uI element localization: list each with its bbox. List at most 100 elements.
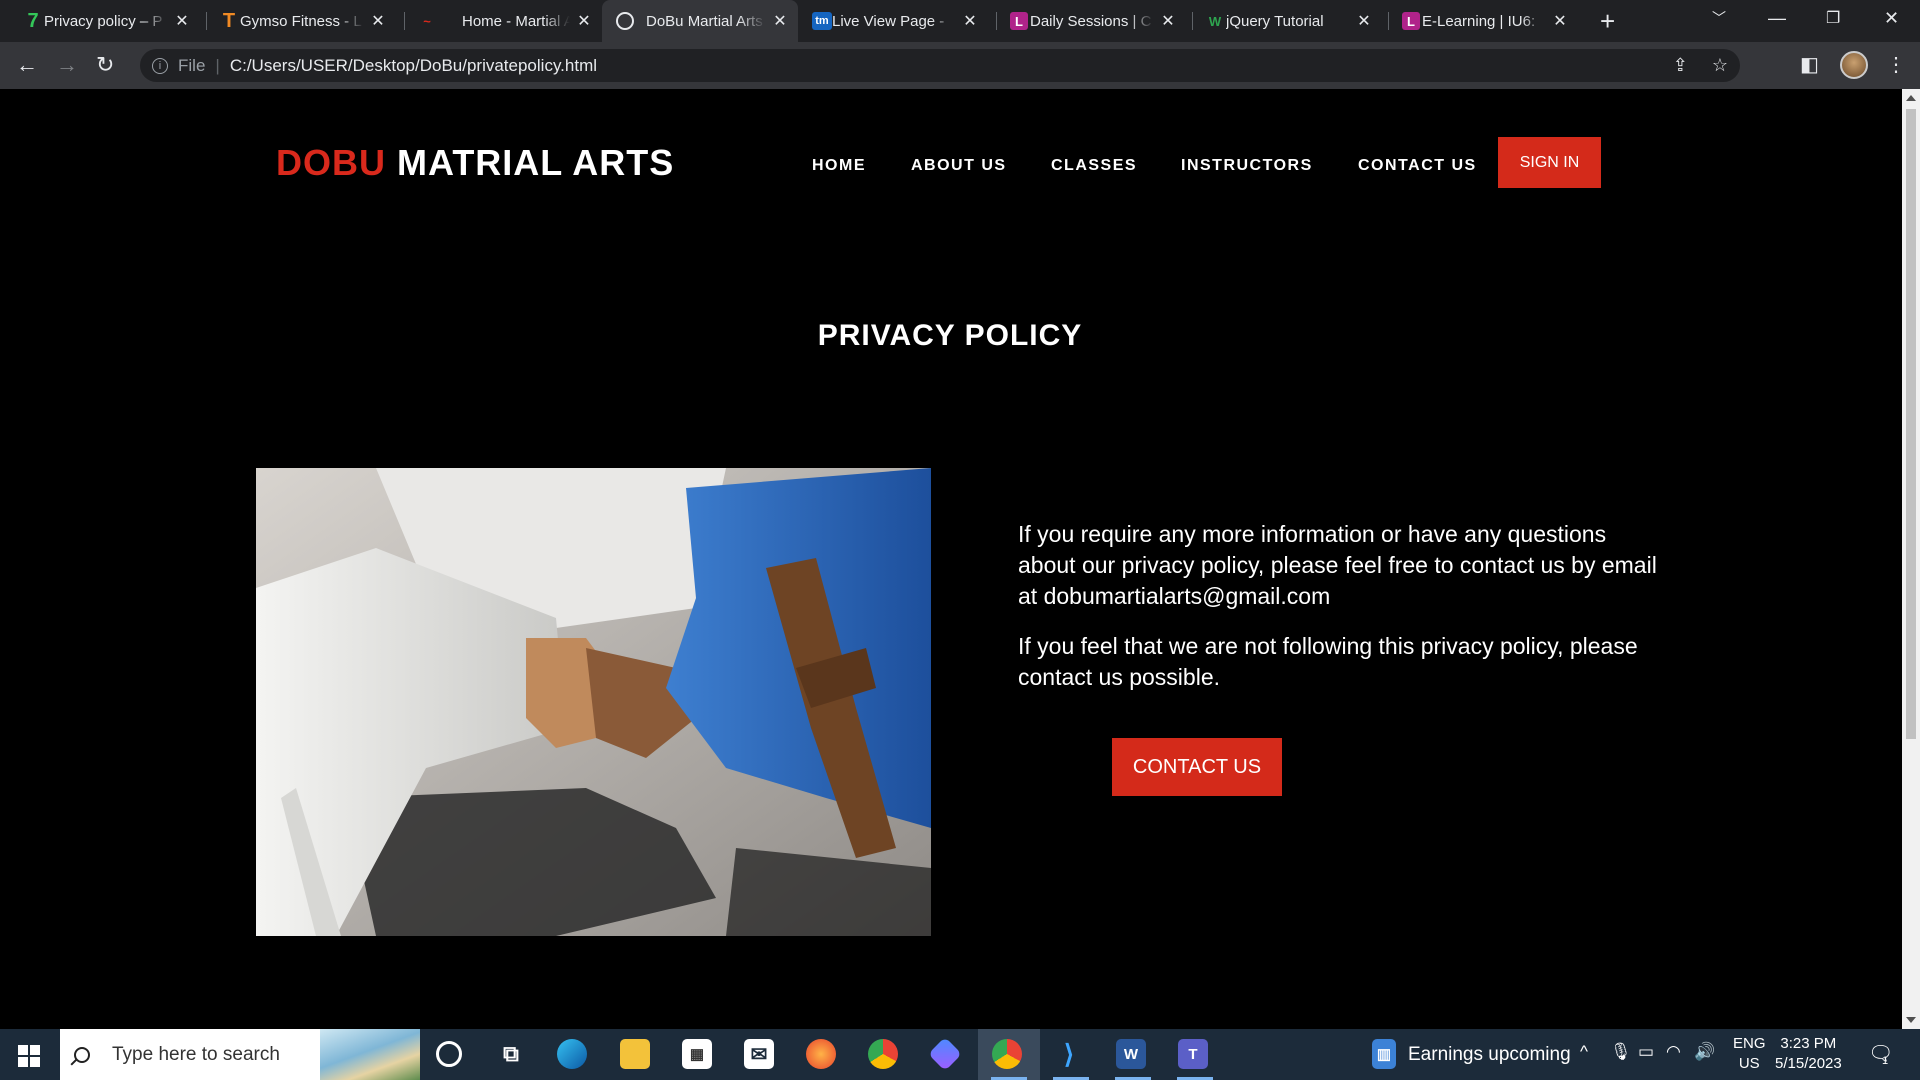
site-logo[interactable]: DOBU MATRIAL ARTS bbox=[276, 142, 674, 184]
close-window-icon[interactable]: ✕ bbox=[1884, 8, 1899, 29]
tab-favicon-icon: tm bbox=[812, 12, 832, 30]
tab-title: DoBu Martial Arts bbox=[646, 12, 763, 30]
restore-icon[interactable]: ❐ bbox=[1826, 8, 1840, 28]
search-placeholder: Type here to search bbox=[112, 1043, 280, 1065]
store-icon[interactable]: ▦ bbox=[682, 1039, 712, 1069]
minimize-icon[interactable]: — bbox=[1768, 8, 1786, 29]
scroll-up-arrow-icon[interactable] bbox=[1906, 95, 1916, 101]
nav-instructors[interactable]: INSTRUCTORS bbox=[1181, 157, 1313, 175]
word-icon[interactable]: W bbox=[1116, 1039, 1146, 1069]
edge-icon[interactable] bbox=[557, 1039, 587, 1069]
region-code: US bbox=[1738, 1055, 1760, 1072]
address-scheme: File bbox=[178, 55, 206, 75]
browser-tab[interactable]: T Gymso Fitness - L ✕ bbox=[214, 0, 396, 42]
close-tab-icon[interactable]: ✕ bbox=[576, 11, 592, 31]
notification-center-icon[interactable]: 🗨 bbox=[1868, 1041, 1893, 1066]
webpage: DOBU MATRIAL ARTS HOME ABOUT US CLASSES … bbox=[0, 89, 1902, 1029]
address-divider: | bbox=[215, 55, 220, 75]
sign-in-button[interactable]: SIGN IN bbox=[1498, 137, 1601, 188]
input-language[interactable]: ENG US bbox=[1733, 1034, 1766, 1074]
logo-accent: DOBU bbox=[276, 142, 386, 183]
browser-tab[interactable]: L E-Learning | IU6: ✕ bbox=[1396, 0, 1578, 42]
close-tab-icon[interactable]: ✕ bbox=[1356, 11, 1372, 31]
cortana-icon[interactable] bbox=[436, 1041, 462, 1067]
nav-about-us[interactable]: ABOUT US bbox=[911, 157, 1007, 175]
address-bar[interactable]: i File | C:/Users/USER/Desktop/DoBu/priv… bbox=[140, 49, 1740, 82]
policy-paragraph-complaint: If you feel that we are not following th… bbox=[1018, 633, 1638, 690]
new-tab-icon[interactable]: + bbox=[1600, 6, 1615, 37]
tab-title: Gymso Fitness - L bbox=[240, 12, 362, 30]
bookmark-star-icon[interactable]: ☆ bbox=[1712, 55, 1728, 76]
search-highlight-image bbox=[320, 1029, 420, 1080]
copilot-icon[interactable] bbox=[928, 1037, 962, 1071]
tab-title: jQuery Tutorial bbox=[1226, 12, 1324, 30]
close-tab-icon[interactable]: ✕ bbox=[370, 11, 386, 31]
system-clock[interactable]: 3:23 PM 5/15/2023 bbox=[1775, 1034, 1842, 1074]
address-url: C:/Users/USER/Desktop/DoBu/privatepolicy… bbox=[229, 55, 598, 75]
microphone-icon[interactable]: 🎙 bbox=[1610, 1042, 1632, 1062]
tab-favicon-icon: L bbox=[1010, 12, 1028, 30]
notification-count: 1 bbox=[1882, 1055, 1889, 1067]
close-tab-icon[interactable]: ✕ bbox=[174, 11, 190, 31]
tab-favicon-icon: L bbox=[1402, 12, 1420, 30]
firefox-icon[interactable] bbox=[806, 1039, 836, 1069]
mail-icon[interactable]: ✉ bbox=[744, 1039, 774, 1069]
browser-tab[interactable]: 7 Privacy policy – P ✕ bbox=[18, 0, 200, 42]
nav-home[interactable]: HOME bbox=[812, 157, 866, 175]
logo-text: MATRIAL ARTS bbox=[386, 142, 675, 183]
scroll-down-arrow-icon[interactable] bbox=[1906, 1017, 1916, 1023]
browser-tab[interactable]: L Daily Sessions | C ✕ bbox=[1004, 0, 1186, 42]
page-scrollbar[interactable] bbox=[1902, 89, 1920, 1029]
search-icon bbox=[74, 1046, 90, 1063]
taskbar-search-box[interactable]: Type here to search bbox=[60, 1029, 420, 1080]
show-hidden-icons-chevron-icon[interactable]: ^ bbox=[1580, 1042, 1588, 1062]
windows-start-icon[interactable] bbox=[18, 1045, 40, 1067]
tab-title: E-Learning | IU6: bbox=[1422, 12, 1536, 30]
contact-us-button[interactable]: CONTACT US bbox=[1112, 738, 1282, 796]
language-code: ENG bbox=[1733, 1035, 1766, 1052]
clock-date: 5/15/2023 bbox=[1775, 1055, 1842, 1072]
browser-tab-active[interactable]: DoBu Martial Arts ✕ bbox=[602, 0, 798, 42]
news-chart-icon[interactable]: ▥ bbox=[1372, 1039, 1396, 1069]
windows-taskbar: Type here to search ⧉ ▦ ✉ ⟩ W T ▥ Earnin… bbox=[0, 1029, 1920, 1080]
browser-tab[interactable]: ~ Home - Martial A ✕ bbox=[412, 0, 602, 42]
scroll-thumb[interactable] bbox=[1906, 109, 1916, 739]
profile-avatar[interactable] bbox=[1840, 51, 1868, 79]
handshake-photo bbox=[256, 468, 931, 936]
battery-icon[interactable]: ▭ bbox=[1638, 1042, 1654, 1062]
tab-title: Home - Martial A bbox=[462, 12, 570, 30]
chrome-icon[interactable] bbox=[868, 1039, 898, 1069]
tab-favicon-icon: T bbox=[222, 9, 236, 32]
back-arrow-icon[interactable]: ← bbox=[16, 52, 38, 78]
forward-arrow-icon[interactable]: → bbox=[56, 52, 78, 78]
browser-tab[interactable]: W jQuery Tutorial ✕ bbox=[1200, 0, 1382, 42]
share-icon[interactable]: ⇪ bbox=[1673, 55, 1688, 76]
nav-contact-us[interactable]: CONTACT US bbox=[1358, 157, 1477, 175]
page-title: PRIVACY POLICY bbox=[817, 319, 1083, 352]
side-panel-icon[interactable]: ◧ bbox=[1800, 52, 1819, 77]
info-icon[interactable]: i bbox=[152, 57, 168, 74]
chrome-profile-icon[interactable] bbox=[992, 1039, 1022, 1069]
wifi-icon[interactable]: ◠ bbox=[1666, 1042, 1681, 1062]
policy-paragraph-email: If you require any more information or h… bbox=[1018, 521, 1657, 609]
tab-search-chevron-icon[interactable]: ﹀ bbox=[1712, 8, 1726, 28]
close-tab-icon[interactable]: ✕ bbox=[1160, 11, 1176, 31]
tab-favicon-icon: ~ bbox=[423, 13, 431, 29]
tab-favicon-icon: 7 bbox=[27, 9, 39, 32]
news-widget-text[interactable]: Earnings upcoming bbox=[1408, 1044, 1571, 1066]
close-tab-icon[interactable]: ✕ bbox=[962, 11, 978, 31]
tab-title: Daily Sessions | C bbox=[1030, 12, 1152, 30]
file-explorer-icon[interactable] bbox=[620, 1039, 650, 1069]
vscode-icon[interactable]: ⟩ bbox=[1054, 1039, 1084, 1069]
browser-tab[interactable]: tm Live View Page - ✕ bbox=[806, 0, 988, 42]
close-tab-icon[interactable]: ✕ bbox=[1552, 11, 1568, 31]
close-tab-icon[interactable]: ✕ bbox=[772, 11, 788, 31]
tab-title: Live View Page - bbox=[832, 12, 945, 30]
teams-icon[interactable]: T bbox=[1178, 1039, 1208, 1069]
nav-classes[interactable]: CLASSES bbox=[1051, 157, 1137, 175]
tab-favicon-icon: W bbox=[1208, 13, 1222, 29]
task-view-icon[interactable]: ⧉ bbox=[496, 1039, 526, 1069]
volume-icon[interactable]: 🔊 bbox=[1694, 1042, 1715, 1062]
reload-icon[interactable]: ↻ bbox=[96, 52, 114, 78]
menu-dots-icon[interactable]: ⋮ bbox=[1886, 52, 1906, 77]
